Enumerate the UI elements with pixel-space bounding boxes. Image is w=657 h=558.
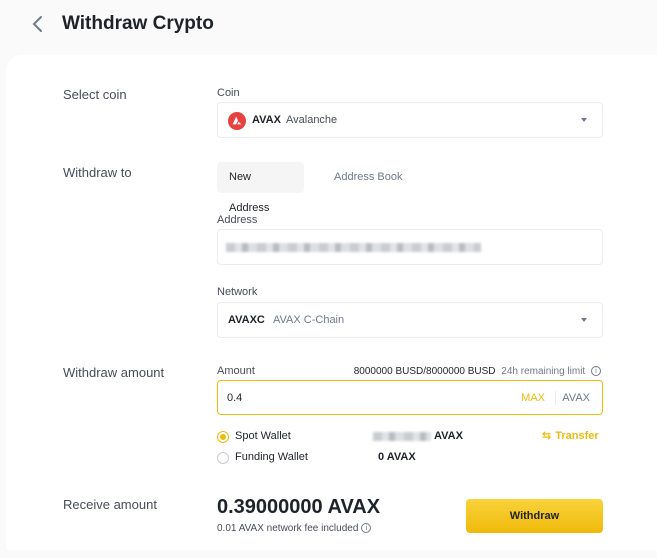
transfer-label: Transfer [555,430,599,442]
amount-input[interactable]: 0.4 MAX AVAX [217,380,603,415]
amount-field-label: Amount [217,365,255,377]
coin-symbol: AVAX [252,114,281,126]
receive-amount-value: 0.39000000 AVAX [217,496,381,518]
funding-balance: 0 AVAX [378,451,416,463]
receive-amount-label: Receive amount [63,497,157,512]
avalanche-logo-icon [228,112,246,130]
tab-new-address[interactable]: New Address [217,162,304,214]
select-coin-label: Select coin [63,87,127,102]
funding-wallet-radio[interactable] [217,452,229,464]
chevron-down-icon [581,318,587,322]
page-header: Withdraw Crypto [0,0,657,52]
divider [555,391,556,405]
withdraw-amount-label: Withdraw amount [63,365,165,380]
limit-caption: 24h remaining limit [501,366,586,377]
network-select[interactable]: AVAXC AVAX C-Chain [217,302,603,338]
info-icon[interactable]: i [591,366,601,377]
chevron-left-icon[interactable] [30,12,46,36]
amount-unit: AVAX [562,392,590,404]
spot-wallet-radio[interactable] [217,431,229,443]
coin-name: Avalanche [286,114,338,126]
redacted-balance [373,432,431,441]
spot-balance-unit: AVAX [434,430,463,442]
limit-value: 8000000 BUSD/8000000 BUSD [353,366,496,377]
coin-select[interactable]: AVAX Avalanche [217,102,603,138]
withdraw-to-label: Withdraw to [63,165,132,180]
tab-address-book[interactable]: Address Book [322,162,414,193]
network-name: AVAX C-Chain [273,314,345,326]
page-title: Withdraw Crypto [62,13,214,34]
fee-note: 0.01 AVAX network fee included i [217,523,372,534]
chevron-down-icon [581,118,587,122]
amount-value: 0.4 [227,392,243,404]
transfer-link[interactable]: ⇆ Transfer [542,429,599,442]
withdraw-button[interactable]: Withdraw [466,499,603,533]
address-input[interactable] [217,229,603,265]
redacted-address [226,243,481,252]
network-code: AVAXC [228,314,265,326]
funding-wallet-label: Funding Wallet [235,451,308,463]
address-field-label: Address [217,214,258,226]
fee-note-text: 0.01 AVAX network fee included [217,523,359,534]
network-field-label: Network [217,286,258,298]
limit-info: 8000000 BUSD/8000000 BUSD 24h remaining … [354,366,601,377]
info-icon[interactable]: i [361,523,372,534]
transfer-icon: ⇆ [542,429,552,442]
coin-field-label: Coin [217,87,240,99]
spot-wallet-label: Spot Wallet [235,430,291,442]
max-button[interactable]: MAX [521,392,545,404]
